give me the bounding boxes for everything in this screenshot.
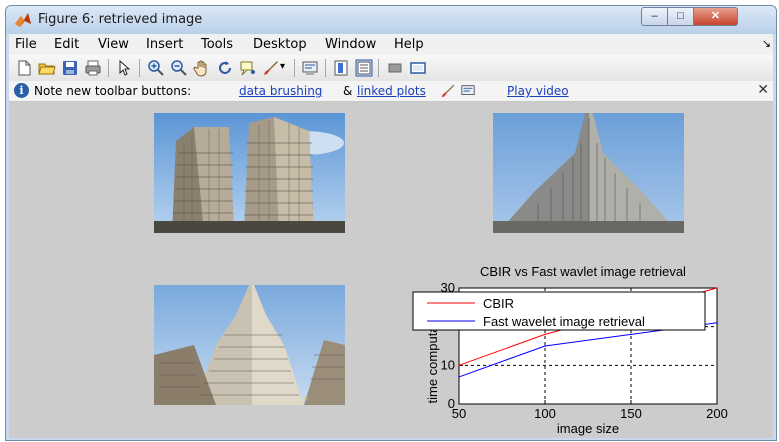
figure-window: Figure 6: retrieved image – □ ✕ File Edi… bbox=[5, 5, 777, 441]
info-bar: i Note new toolbar buttons: data brushin… bbox=[9, 81, 773, 102]
close-button[interactable]: ✕ bbox=[693, 7, 738, 26]
play-video-link[interactable]: Play video bbox=[507, 84, 569, 98]
x-tick-label: 100 bbox=[534, 406, 556, 421]
menu-tools[interactable]: Tools bbox=[201, 37, 233, 52]
show-tools-icon[interactable] bbox=[409, 59, 427, 77]
pointer-icon[interactable] bbox=[115, 59, 133, 77]
x-axis-label: image size bbox=[557, 421, 619, 436]
x-tick-label: 200 bbox=[706, 406, 728, 421]
series-point-0 bbox=[458, 364, 460, 367]
legend-label-fast-wavelet: Fast wavelet image retrieval bbox=[483, 314, 645, 329]
menu-file[interactable]: File bbox=[15, 37, 37, 52]
line-chart[interactable]: 501001502000102030 image size time compu… bbox=[9, 102, 773, 438]
info-ampersand: & bbox=[343, 84, 353, 98]
series-point-1 bbox=[630, 333, 632, 336]
menu-overflow-icon[interactable]: ↘ bbox=[762, 37, 771, 50]
y-tick-label: 10 bbox=[441, 357, 455, 372]
series-point-0 bbox=[544, 333, 546, 336]
new-figure-icon[interactable] bbox=[15, 59, 33, 77]
info-note-text: Note new toolbar buttons: bbox=[34, 84, 192, 98]
menu-desktop[interactable]: Desktop bbox=[253, 37, 307, 52]
toolbar-separator bbox=[325, 59, 326, 77]
zoom-in-icon[interactable] bbox=[147, 59, 165, 77]
maximize-button[interactable]: □ bbox=[667, 7, 694, 26]
toolbar-separator bbox=[139, 59, 140, 77]
linked-plots-link[interactable]: linked plots bbox=[357, 84, 426, 98]
info-close-icon[interactable]: ✕ bbox=[757, 82, 769, 98]
series-point-1 bbox=[716, 322, 718, 324]
y-tick-label: 0 bbox=[448, 396, 455, 411]
menu-edit[interactable]: Edit bbox=[54, 37, 79, 52]
series-point-1 bbox=[544, 345, 546, 347]
brush-icon[interactable] bbox=[262, 59, 280, 77]
hide-tools-icon[interactable] bbox=[386, 59, 404, 77]
pan-icon[interactable] bbox=[193, 59, 211, 77]
link-icon[interactable] bbox=[301, 59, 319, 77]
figure-canvas[interactable]: © CBIR vs Fast wavlet image retrieval 50… bbox=[9, 102, 773, 438]
legend-label-cbir: CBIR bbox=[483, 296, 514, 311]
toolbar-separator bbox=[378, 59, 379, 77]
info-icon: i bbox=[14, 83, 29, 98]
menu-help[interactable]: Help bbox=[394, 37, 424, 52]
data-cursor-icon[interactable] bbox=[239, 59, 257, 77]
zoom-out-icon[interactable] bbox=[170, 59, 188, 77]
legend[interactable]: CBIR Fast wavelet image retrieval bbox=[412, 291, 706, 331]
minimize-button[interactable]: – bbox=[641, 7, 668, 26]
series-point-1 bbox=[458, 376, 460, 378]
colorbar-icon[interactable] bbox=[332, 59, 350, 77]
matlab-logo-icon bbox=[15, 13, 31, 27]
legend-icon[interactable] bbox=[355, 59, 373, 77]
linked-plot-small-icon bbox=[461, 85, 475, 95]
menu-insert[interactable]: Insert bbox=[146, 37, 183, 52]
toolbar-separator bbox=[294, 59, 295, 77]
window-title: Figure 6: retrieved image bbox=[38, 12, 203, 27]
print-icon[interactable] bbox=[84, 59, 102, 77]
toolbar-separator bbox=[108, 59, 109, 77]
series-point-0 bbox=[716, 287, 718, 289]
brush-small-icon bbox=[441, 84, 455, 98]
data-brushing-link[interactable]: data brushing bbox=[239, 84, 322, 98]
menu-view[interactable]: View bbox=[98, 37, 129, 52]
rotate-icon[interactable] bbox=[216, 59, 234, 77]
figure-toolbar: ▾ bbox=[9, 55, 773, 82]
brush-dropdown-icon[interactable]: ▾ bbox=[280, 61, 285, 72]
x-tick-label: 150 bbox=[620, 406, 642, 421]
open-icon[interactable] bbox=[38, 59, 56, 77]
menu-window[interactable]: Window bbox=[325, 37, 376, 52]
save-icon[interactable] bbox=[61, 59, 79, 77]
title-bar[interactable]: Figure 6: retrieved image – □ ✕ bbox=[6, 6, 776, 34]
menu-bar: File Edit View Insert Tools Desktop Wind… bbox=[9, 34, 773, 55]
